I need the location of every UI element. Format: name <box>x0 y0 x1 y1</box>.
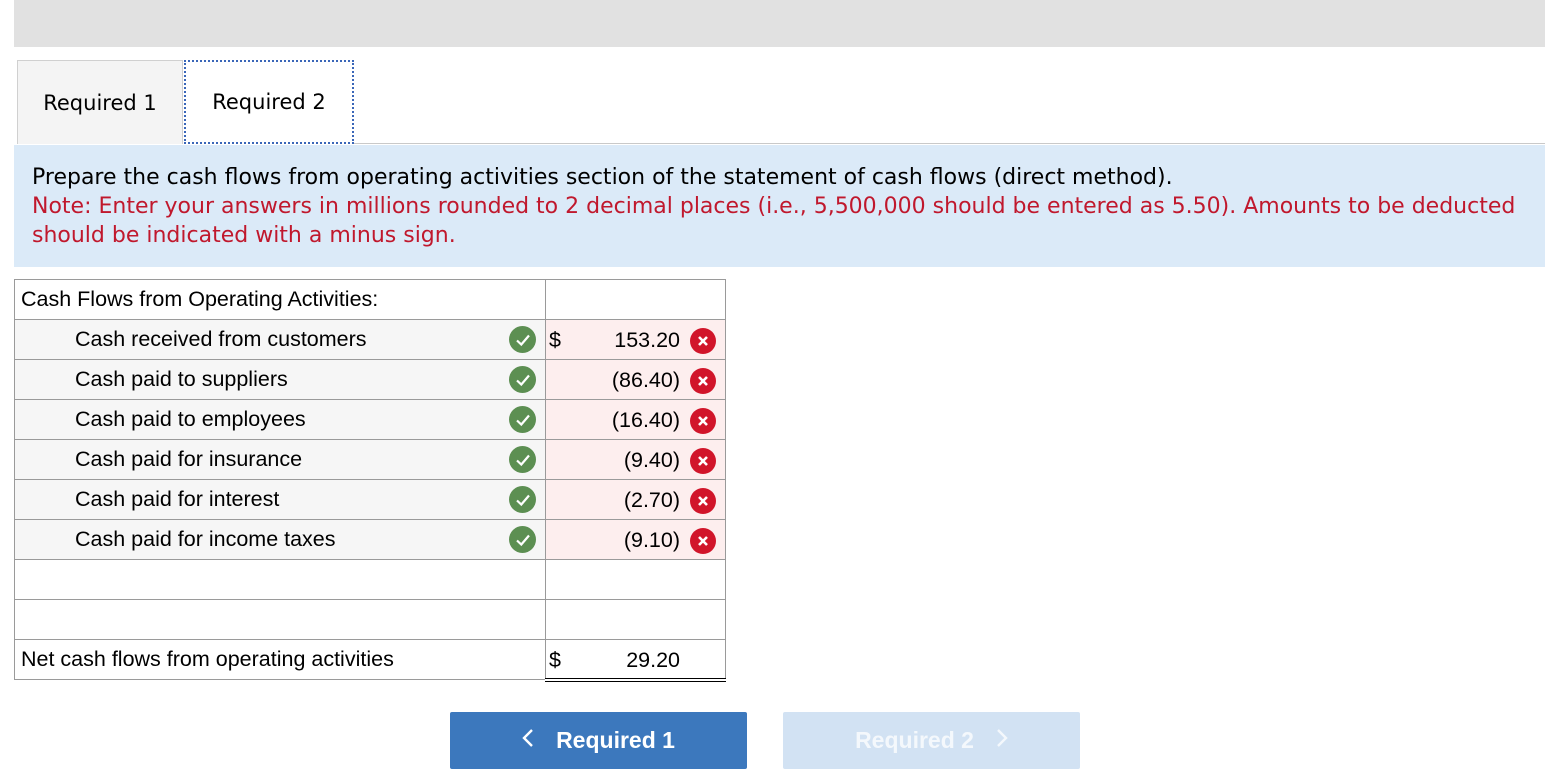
row-label-cell[interactable]: Cash paid for insurance <box>14 439 546 480</box>
close-icon <box>690 408 716 434</box>
amount-input[interactable]: (86.40) <box>545 359 726 400</box>
amount-value: 153.20 <box>614 328 680 352</box>
total-value: 29.20 <box>626 648 680 672</box>
dollar-sign: $ <box>549 648 561 672</box>
close-icon <box>690 448 716 474</box>
check-icon <box>509 366 536 393</box>
amount-value: (9.40) <box>623 448 680 472</box>
table-row: Cash paid for insurance (9.40) <box>14 439 726 480</box>
amount-value: (16.40) <box>611 408 680 432</box>
amount-input[interactable]: $ 153.20 <box>545 319 726 360</box>
row-label-cell[interactable]: Cash paid to employees <box>14 399 546 440</box>
row-label: Cash paid for interest <box>75 487 280 511</box>
amount-input[interactable]: (2.70) <box>545 479 726 520</box>
empty-cell <box>545 279 726 320</box>
amount-value: (2.70) <box>623 488 680 512</box>
amount-input[interactable]: (16.40) <box>545 399 726 440</box>
row-label: Cash paid for income taxes <box>75 527 336 551</box>
empty-amount-input[interactable] <box>545 559 726 600</box>
table-row <box>14 599 726 640</box>
prev-required-1-button[interactable]: Required 1 <box>450 712 747 769</box>
table-row: Cash received from customers $ 153.20 <box>14 319 726 360</box>
tab-required-2[interactable]: Required 2 <box>184 60 354 144</box>
check-icon <box>509 406 536 433</box>
amount-value: (9.10) <box>623 528 680 552</box>
instruction-note: Note: Enter your answers in millions rou… <box>32 194 1516 248</box>
close-icon <box>690 368 716 394</box>
table-row <box>14 559 726 600</box>
amount-input[interactable]: (9.10) <box>545 519 726 560</box>
table-row: Cash paid for interest (2.70) <box>14 479 726 520</box>
check-icon <box>509 446 536 473</box>
chevron-right-icon <box>996 727 1008 754</box>
close-icon <box>690 528 716 554</box>
table-row: Cash paid to suppliers (86.40) <box>14 359 726 400</box>
close-icon <box>690 488 716 514</box>
tab-label: Required 2 <box>212 90 326 114</box>
amount-value: (86.40) <box>611 368 680 392</box>
chevron-left-icon <box>522 727 534 754</box>
instructions-panel: Prepare the cash flows from operating ac… <box>14 145 1545 267</box>
empty-label-input[interactable] <box>14 559 546 600</box>
row-label-cell[interactable]: Cash received from customers <box>14 319 546 360</box>
tab-divider <box>354 143 1545 144</box>
row-label-cell[interactable]: Cash paid to suppliers <box>14 359 546 400</box>
row-label: Cash paid for insurance <box>75 447 303 471</box>
total-label: Net cash flows from operating activities <box>14 639 546 680</box>
empty-label-input[interactable] <box>14 599 546 640</box>
dollar-sign: $ <box>549 328 561 352</box>
check-icon <box>509 486 536 513</box>
row-label-cell[interactable]: Cash paid for interest <box>14 479 546 520</box>
check-icon <box>509 526 536 553</box>
table-header-row: Cash Flows from Operating Activities: <box>14 279 726 320</box>
tab-required-1[interactable]: Required 1 <box>17 60 183 144</box>
tab-label: Required 1 <box>43 90 157 115</box>
close-icon <box>690 328 716 354</box>
next-required-2-button[interactable]: Required 2 <box>783 712 1080 769</box>
row-label: Cash paid to suppliers <box>75 367 288 391</box>
empty-amount-input[interactable] <box>545 599 726 640</box>
cash-flow-table: Cash Flows from Operating Activities: Ca… <box>14 279 726 682</box>
top-banner <box>14 0 1545 47</box>
amount-input[interactable]: (9.40) <box>545 439 726 480</box>
total-row: Net cash flows from operating activities… <box>14 639 726 682</box>
table-row: Cash paid to employees (16.40) <box>14 399 726 440</box>
next-button-label: Required 2 <box>855 727 974 753</box>
table-row: Cash paid for income taxes (9.10) <box>14 519 726 560</box>
check-icon <box>509 326 536 353</box>
section-heading: Cash Flows from Operating Activities: <box>14 279 546 320</box>
instruction-text: Prepare the cash flows from operating ac… <box>32 165 1173 190</box>
row-label-cell[interactable]: Cash paid for income taxes <box>14 519 546 560</box>
row-label: Cash received from customers <box>75 327 367 351</box>
total-amount: $ 29.20 <box>545 639 726 682</box>
prev-button-label: Required 1 <box>556 727 675 753</box>
row-label: Cash paid to employees <box>75 407 306 431</box>
